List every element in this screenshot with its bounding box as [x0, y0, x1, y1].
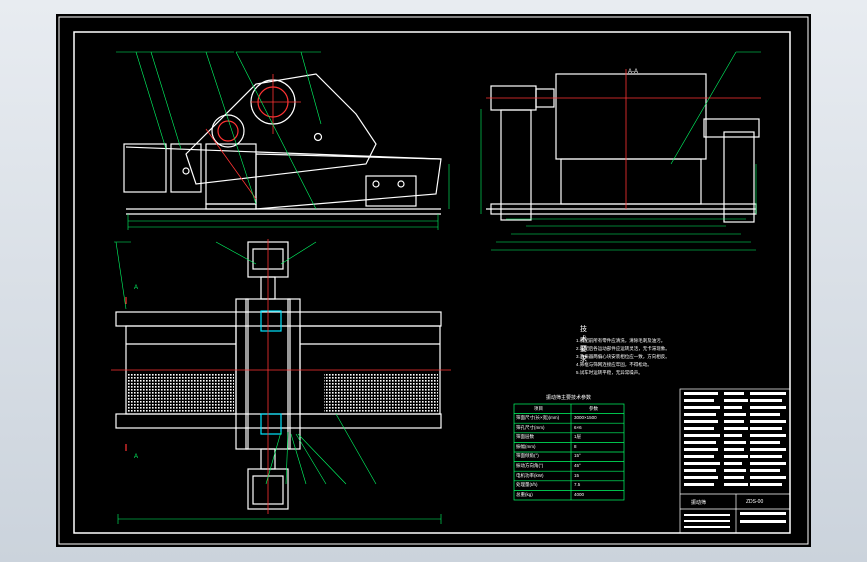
front-dimensions — [116, 51, 450, 230]
param-table-title: 振动筛主要技术参数 — [546, 395, 592, 401]
plan-hatching — [260, 310, 282, 435]
param-name: 电机功率(kW) — [516, 473, 544, 478]
title-block-name: 振动筛 — [691, 500, 707, 506]
param-value: 15 — [574, 473, 580, 478]
param-name: 处理量(t/h) — [516, 482, 538, 487]
note-line: 5.试车时运转平稳，无异常噪声。 — [576, 370, 643, 375]
side-view — [486, 73, 760, 223]
param-name: 振幅(mm) — [516, 444, 536, 449]
side-centerlines — [486, 69, 761, 209]
section-label-a-bottom: A — [134, 454, 139, 460]
param-header-value: 参数 — [589, 406, 598, 411]
param-name: 振动方向角(°) — [516, 463, 544, 468]
param-value: 6×6 — [574, 425, 582, 430]
cad-drawing — [58, 16, 809, 545]
param-value: 8 — [574, 444, 577, 449]
title-block-drawing-no: ZDS-00 — [746, 499, 764, 505]
inner-border — [73, 31, 791, 534]
param-value: 15° — [574, 453, 581, 458]
title-block-grid — [679, 388, 791, 534]
bom-rows — [684, 392, 786, 528]
front-view — [123, 73, 442, 215]
param-header-item: 项目 — [534, 406, 543, 411]
param-name: 筛面层数 — [516, 434, 534, 439]
param-name: 筛面尺寸(长×宽)(mm) — [516, 415, 560, 420]
param-name: 总重(kg) — [516, 492, 533, 497]
param-value: 1层 — [574, 434, 582, 439]
note-line: 3.激振器两偏心块安装相位应一致，方向相反。 — [576, 354, 670, 359]
screen-mesh-left — [128, 374, 234, 412]
param-value: 3000×1500 — [574, 415, 597, 420]
param-name: 筛面倾角(°) — [516, 453, 539, 458]
param-value: 4000 — [574, 492, 585, 497]
param-value: 7.5 — [574, 482, 581, 487]
param-name: 筛孔尺寸(mm) — [516, 425, 545, 430]
note-line: 2.装配后各运动部件应运转灵活，无卡滞现象。 — [576, 346, 670, 351]
section-label-a-top: A — [134, 285, 139, 291]
param-value: 45° — [574, 463, 581, 468]
drawing-canvas: A-A A A 技术要求 1.装配前所有零件应清洗，清除毛刺及油污。 2.装配后… — [56, 14, 811, 547]
note-line: 4.筛框与筛网连接应牢固，不得松动。 — [576, 362, 652, 367]
screen-mesh-right — [324, 374, 438, 412]
note-line: 1.装配前所有零件应清洗，清除毛刺及油污。 — [576, 338, 666, 343]
section-label-a-a: A-A — [628, 69, 639, 75]
